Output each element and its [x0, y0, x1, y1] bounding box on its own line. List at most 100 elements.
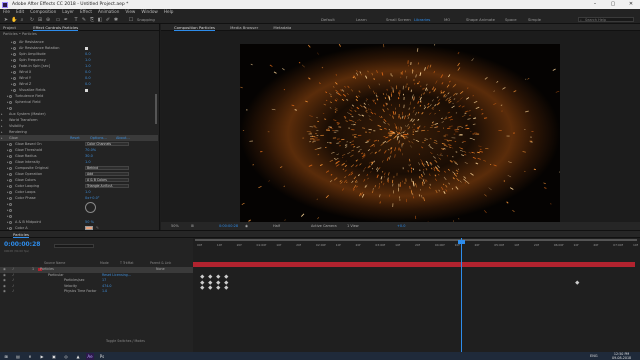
keyframe-diamond[interactable] — [208, 274, 213, 279]
type-tool-icon[interactable]: T — [73, 17, 79, 23]
hand-tool-icon[interactable]: ✋ — [11, 17, 17, 23]
timeline-layer-row[interactable]: ◉ ♪ Physics Time Factor 1.0 — [0, 289, 193, 295]
minimize-button[interactable]: – — [586, 0, 604, 9]
keyframe-diamond[interactable] — [208, 280, 213, 285]
photoshop-taskbar-icon[interactable]: Ps — [98, 353, 106, 360]
keyframe-diamond[interactable] — [575, 280, 580, 285]
views-dropdown[interactable]: 1 View — [347, 222, 359, 230]
stopwatch-icon[interactable] — [9, 172, 12, 176]
toggle-switches-modes[interactable]: Toggle Switches / Modes — [106, 339, 145, 343]
property-checkbox[interactable] — [85, 88, 88, 92]
stopwatch-icon[interactable] — [9, 148, 12, 152]
media-player-icon[interactable]: ▶ — [38, 353, 46, 360]
edge-browser-icon[interactable]: e — [26, 353, 34, 360]
audio-icon[interactable]: ♪ — [12, 289, 14, 295]
workspace-shape-animate[interactable]: Shape Animate — [466, 15, 495, 24]
layer-name[interactable]: Physics Time Factor — [64, 289, 96, 295]
vlc-icon[interactable]: ▲ — [74, 353, 82, 360]
workspace-default[interactable]: Default — [321, 15, 335, 24]
workspace-space[interactable]: Space — [505, 15, 517, 24]
keyframe-diamond[interactable] — [216, 285, 221, 290]
stopwatch-icon[interactable] — [13, 70, 16, 74]
zoom-dropdown[interactable]: 50% — [171, 222, 179, 230]
layer-property-value[interactable]: 1.0 — [102, 289, 107, 295]
stopwatch-icon[interactable] — [13, 40, 16, 44]
tab-metadata[interactable]: Metadata — [273, 25, 291, 30]
snapshot-icon[interactable]: ◉ — [245, 222, 248, 230]
layer-search-input[interactable] — [54, 244, 94, 248]
current-time-display[interactable]: 0:00:00:28 — [219, 222, 238, 230]
stopwatch-icon[interactable] — [13, 88, 16, 92]
stopwatch-icon[interactable] — [9, 166, 12, 170]
stopwatch-icon[interactable] — [9, 208, 12, 212]
effect-controls-scrollbar[interactable] — [155, 94, 157, 124]
zoom-tool-icon[interactable]: ⌕ — [19, 17, 25, 23]
rotate-tool-icon[interactable]: ↻ — [29, 17, 35, 23]
stopwatch-icon[interactable] — [9, 106, 12, 110]
exposure-value[interactable]: +0.0 — [397, 222, 406, 230]
stopwatch-icon[interactable] — [9, 100, 12, 104]
stopwatch-icon[interactable] — [9, 214, 12, 218]
property-dropdown[interactable]: Add — [85, 172, 129, 176]
pan-behind-tool-icon[interactable]: ⊕ — [45, 17, 51, 23]
stopwatch-icon[interactable] — [9, 202, 12, 206]
stopwatch-icon[interactable] — [13, 58, 16, 62]
color-phase-dial[interactable] — [85, 202, 96, 213]
camera-dropdown[interactable]: Active Camera — [311, 222, 337, 230]
folder-icon[interactable]: ▣ — [50, 353, 58, 360]
stopwatch-icon[interactable] — [13, 82, 16, 86]
stopwatch-icon[interactable] — [9, 142, 12, 146]
stopwatch-icon[interactable] — [9, 178, 12, 182]
brush-tool-icon[interactable]: ✎ — [81, 17, 87, 23]
property-dropdown[interactable]: A & B Colors — [85, 178, 129, 182]
workspace-libraries[interactable]: Libraries — [414, 15, 430, 24]
search-help-input[interactable]: ⌕ Search Help — [578, 17, 634, 22]
roto-brush-tool-icon[interactable]: ✐ — [105, 17, 111, 23]
clock[interactable]: 12:50 PM 09-08-2018 — [612, 352, 631, 360]
tab-project[interactable]: Project — [3, 25, 16, 30]
keyframe-diamond[interactable] — [200, 274, 205, 279]
keyframe-diamond[interactable] — [200, 280, 205, 285]
stopwatch-icon[interactable] — [13, 76, 16, 80]
property-dropdown[interactable]: Triangle A>B>A — [85, 184, 129, 188]
stopwatch-icon[interactable] — [13, 64, 16, 68]
maximize-button[interactable]: ▢ — [604, 0, 622, 9]
tab-effect-controls[interactable]: Effect Controls Particles — [33, 25, 79, 31]
particle-render-frame[interactable] — [240, 44, 560, 223]
grid-icon[interactable]: ⊞ — [191, 222, 194, 230]
keyframe-diamond[interactable] — [224, 274, 229, 279]
stopwatch-icon[interactable] — [9, 154, 12, 158]
pen-tool-icon[interactable]: ✒ — [63, 17, 69, 23]
resolution-dropdown[interactable]: Half — [273, 222, 280, 230]
tab-media-browser[interactable]: Media Browser — [230, 25, 258, 30]
stopwatch-icon[interactable] — [9, 220, 12, 224]
keyframe-diamond[interactable] — [216, 280, 221, 285]
file-explorer-icon[interactable]: ▤ — [14, 353, 22, 360]
keyframe-diamond[interactable] — [224, 285, 229, 290]
current-time-indicator[interactable] — [461, 238, 462, 353]
workspace-simple[interactable]: Simple — [528, 15, 541, 24]
after-effects-taskbar-icon[interactable]: Ae — [86, 352, 94, 360]
timeline-track-area[interactable]: 00f 10f 20f 01:00f 10f 20f 02:00f 10f 20f 03:00f 1… — [193, 238, 640, 353]
work-area-bar[interactable] — [195, 239, 637, 241]
workspace-mo[interactable]: MO — [444, 15, 450, 24]
stopwatch-icon[interactable] — [9, 160, 12, 164]
eye-visibility-icon[interactable]: ◉ — [3, 289, 6, 295]
language-indicator[interactable]: ENG — [590, 354, 598, 358]
keyframe-diamond[interactable] — [208, 285, 213, 290]
composition-canvas[interactable] — [161, 31, 640, 223]
close-button[interactable]: ✕ — [622, 0, 640, 9]
stopwatch-icon[interactable] — [13, 52, 16, 56]
chrome-icon[interactable]: ◎ — [62, 353, 70, 360]
keyframe-diamond[interactable] — [216, 274, 221, 279]
stopwatch-icon[interactable] — [9, 94, 12, 98]
property-checkbox[interactable] — [85, 46, 88, 50]
stopwatch-icon[interactable] — [13, 46, 16, 50]
keyframe-diamond[interactable] — [200, 285, 205, 290]
property-dropdown[interactable]: Behind — [85, 166, 129, 170]
workspace-learn[interactable]: Learn — [356, 15, 367, 24]
keyframe-diamond[interactable] — [224, 280, 229, 285]
puppet-tool-icon[interactable]: ✱ — [113, 17, 119, 23]
clone-stamp-tool-icon[interactable]: ⎘ — [89, 17, 95, 23]
layer-duration-bar[interactable] — [193, 262, 635, 267]
